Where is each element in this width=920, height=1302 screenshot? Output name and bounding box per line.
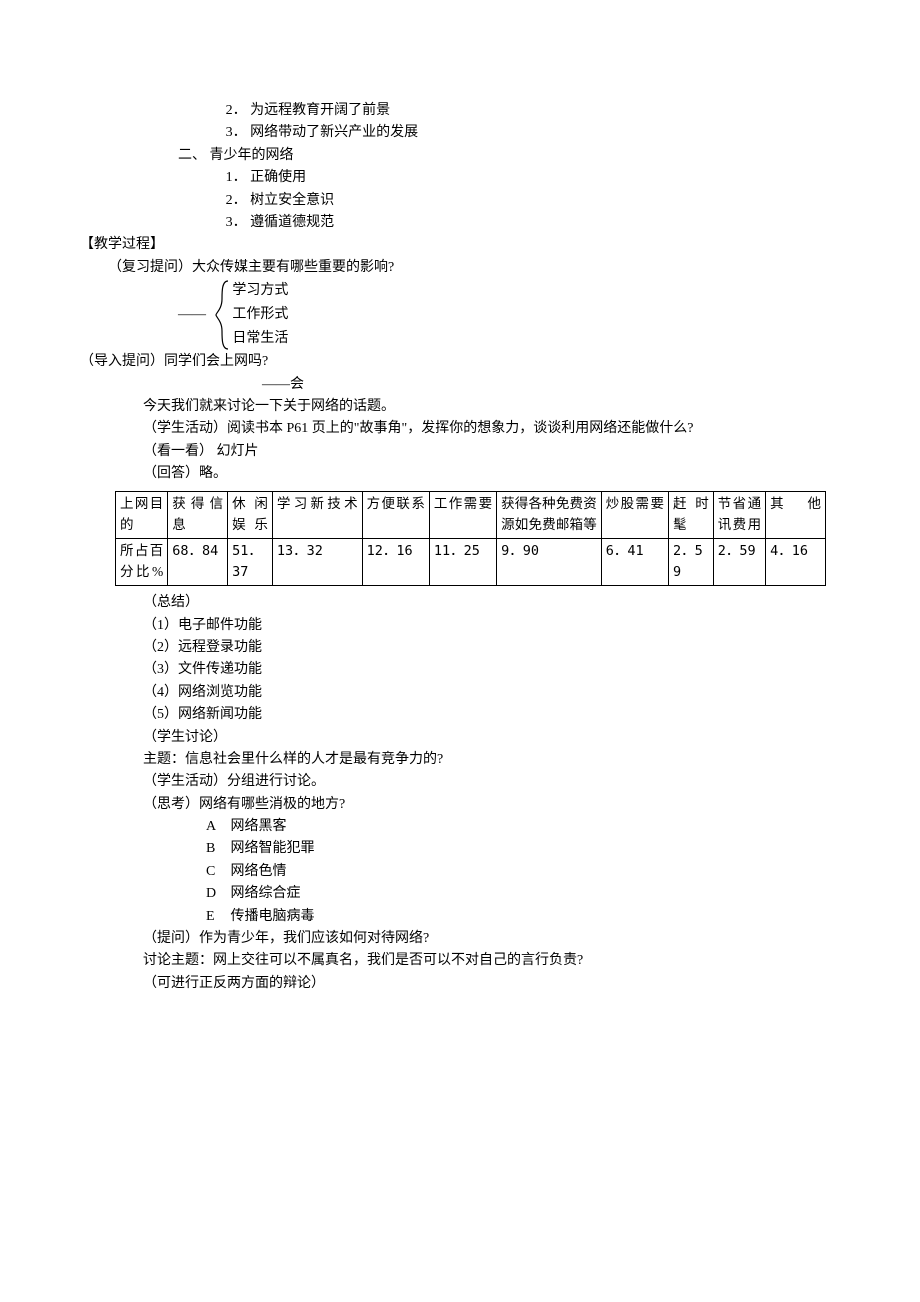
table-cell: 9．90: [497, 539, 602, 586]
list-text: 网络智能犯罪: [231, 841, 315, 856]
table-header-cell: 学习新技术: [272, 492, 362, 539]
negative-item: C 网络色情: [80, 861, 840, 883]
list-text: 网络综合症: [231, 886, 301, 901]
table-cell: 2．59: [668, 539, 713, 586]
dash: ——: [178, 304, 206, 326]
table-cell: 11．25: [429, 539, 496, 586]
table-header-cell: 休闲娱乐: [228, 492, 273, 539]
table-row-label: 所占百分比%: [116, 539, 168, 586]
brace-group: —— 学习方式 工作形式 日常生活: [80, 279, 840, 351]
discussion-topic: 主题：信息社会里什么样的人才是最有竞争力的?: [80, 749, 840, 771]
see-note: （看一看） 幻灯片: [80, 441, 840, 463]
section-heading: 二、 青少年的网络: [80, 145, 840, 167]
summary-item: （2）远程登录功能: [80, 637, 840, 659]
brace-item: 工作形式: [232, 303, 288, 327]
student-activity: （学生活动）分组进行讨论。: [80, 771, 840, 793]
table-header-cell: 方便联系: [362, 492, 429, 539]
table-cell: 2．59: [713, 539, 765, 586]
table-header-cell: 获得信息: [168, 492, 228, 539]
summary-item: （4）网络浏览功能: [80, 682, 840, 704]
summary-item: （5）网络新闻功能: [80, 704, 840, 726]
table-row: 上网目的 获得信息 休闲娱乐 学习新技术 方便联系 工作需要 获得各种免费资源如…: [116, 492, 826, 539]
ask-topic: 讨论主题：网上交往可以不属真名，我们是否可以不对自己的言行负责?: [80, 950, 840, 972]
summary-heading: （总结）: [80, 592, 840, 614]
list-text: 传播电脑病毒: [231, 909, 315, 924]
outline-item: 3． 遵循道德规范: [80, 212, 840, 234]
table-header-cell: 工作需要: [429, 492, 496, 539]
outline-item: 2． 树立安全意识: [80, 190, 840, 212]
list-label: B: [206, 838, 227, 860]
list-text: 网络黑客: [231, 819, 287, 834]
table-header-cell: 赶时髦: [668, 492, 713, 539]
intro-question: （导入提问）同学们会上网吗?: [80, 351, 840, 373]
table-cell: 51．37: [228, 539, 273, 586]
list-label: A: [206, 816, 227, 838]
survey-table: 上网目的 获得信息 休闲娱乐 学习新技术 方便联系 工作需要 获得各种免费资源如…: [115, 491, 826, 586]
student-activity: （学生活动）阅读书本 P61 页上的"故事角"，发挥你的想象力，谈谈利用网络还能…: [80, 418, 840, 440]
outline-item: 1． 正确使用: [80, 167, 840, 189]
list-text: 网络色情: [231, 864, 287, 879]
negative-item: D 网络综合症: [80, 883, 840, 905]
list-label: D: [206, 883, 227, 905]
brace-item: 学习方式: [232, 279, 288, 303]
table-header-cell: 其他: [766, 492, 826, 539]
brace-icon: [214, 279, 232, 351]
list-label: E: [206, 906, 227, 928]
debate-note: （可进行正反两方面的辩论）: [80, 973, 840, 995]
think-heading: （思考）网络有哪些消极的地方?: [80, 794, 840, 816]
negative-item: E 传播电脑病毒: [80, 906, 840, 928]
table-cell: 4．16: [766, 539, 826, 586]
negative-item: B 网络智能犯罪: [80, 838, 840, 860]
discussion-heading: （学生讨论）: [80, 727, 840, 749]
table-cell: 68．84: [168, 539, 228, 586]
review-question: （复习提问）大众传媒主要有哪些重要的影响?: [80, 257, 840, 279]
summary-item: （1）电子邮件功能: [80, 615, 840, 637]
table-header-cell: 上网目的: [116, 492, 168, 539]
brace-item: 日常生活: [232, 327, 288, 351]
process-heading: 【教学过程】: [80, 234, 840, 256]
table-header-cell: 节省通讯费用: [713, 492, 765, 539]
intro-answer: ——会: [80, 374, 840, 396]
answer-note: （回答）略。: [80, 463, 840, 485]
table-cell: 12．16: [362, 539, 429, 586]
table-row: 所占百分比% 68．84 51．37 13．32 12．16 11．25 9．9…: [116, 539, 826, 586]
paragraph: 今天我们就来讨论一下关于网络的话题。: [80, 396, 840, 418]
outline-item: 3． 网络带动了新兴产业的发展: [80, 122, 840, 144]
summary-item: （3）文件传递功能: [80, 659, 840, 681]
table-header-cell: 炒股需要: [601, 492, 668, 539]
table-header-cell: 获得各种免费资源如免费邮箱等: [497, 492, 602, 539]
negative-item: A 网络黑客: [80, 816, 840, 838]
table-cell: 13．32: [272, 539, 362, 586]
outline-item: 2． 为远程教育开阔了前景: [80, 100, 840, 122]
ask-heading: （提问）作为青少年，我们应该如何对待网络?: [80, 928, 840, 950]
list-label: C: [206, 861, 227, 883]
table-cell: 6．41: [601, 539, 668, 586]
